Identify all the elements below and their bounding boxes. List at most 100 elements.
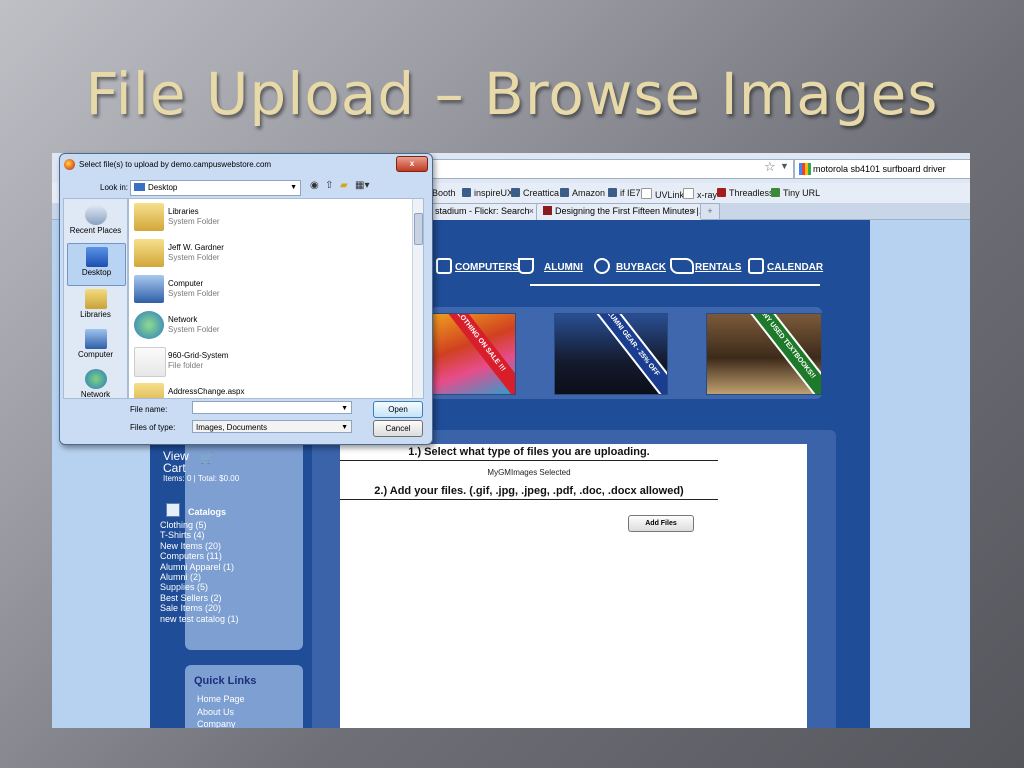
place-libraries[interactable]: Libraries — [67, 289, 124, 319]
address-bar[interactable] — [432, 159, 794, 179]
promo-textbooks[interactable]: MANY USED TEXTBOOKS!! — [706, 313, 822, 395]
file-item[interactable]: 960-Grid-System File folder — [132, 345, 402, 377]
quick-links-list: Home Page About Us Company — [197, 693, 245, 728]
files-of-type-select[interactable]: Images, Documents ▼ — [192, 420, 352, 433]
file-name-input[interactable]: ▼ — [192, 401, 352, 414]
dialog-title: Select file(s) to upload by demo.campusw… — [79, 160, 272, 169]
places-bar: Recent Places Desktop Libraries Computer… — [63, 198, 128, 399]
browser-tab[interactable]: Designing the First Fifteen Minutes |...… — [536, 203, 702, 220]
file-name-label: File name: — [130, 405, 168, 414]
favicon — [543, 206, 552, 215]
view-cart-link[interactable]: View Cart — [163, 450, 189, 474]
selected-type: MyGMImages Selected — [487, 468, 571, 477]
place-desktop[interactable]: Desktop — [67, 243, 126, 286]
promo-alumni[interactable]: ALUMNI GEAR - 25% OFF — [554, 313, 668, 395]
nav-alumni[interactable]: ALUMNI — [544, 262, 583, 273]
back-icon[interactable]: ◉ — [310, 180, 319, 191]
chevron-down-icon: ▼ — [290, 184, 297, 191]
look-in-select[interactable]: Desktop ▼ — [130, 180, 301, 196]
catalog-link[interactable]: Alumni Apparel (1) — [160, 562, 239, 572]
catalog-link[interactable]: T-Shirts (4) — [160, 530, 239, 540]
catalog-link[interactable]: Computers (11) — [160, 551, 239, 561]
folder-icon — [134, 203, 164, 231]
bookmark[interactable]: x-ray — [683, 188, 717, 200]
new-tab-button[interactable]: + — [700, 203, 720, 219]
bookmark[interactable]: Creattica — [511, 188, 559, 198]
quick-link[interactable]: Home Page — [197, 693, 245, 706]
look-in-label: Look in: — [100, 183, 129, 192]
bookmark[interactable]: inspireUX — [462, 188, 513, 198]
chevron-down-icon[interactable]: ▼ — [780, 161, 789, 171]
add-files-button[interactable]: Add Files — [628, 515, 694, 532]
quick-link[interactable]: Company — [197, 718, 245, 728]
firefox-icon — [64, 159, 75, 170]
bookmark[interactable]: Amazon — [560, 188, 605, 198]
calendar-icon — [748, 258, 764, 274]
desktop-icon — [134, 183, 145, 191]
bookmark-icon — [608, 188, 617, 197]
computer-icon — [436, 258, 452, 274]
quick-links-title: Quick Links — [194, 675, 257, 687]
promo-ribbon: MANY USED TEXTBOOKS!! — [734, 314, 821, 394]
catalog-link[interactable]: Best Sellers (2) — [160, 593, 239, 603]
network-icon — [134, 311, 164, 339]
catalog-link[interactable]: new test catalog (1) — [160, 614, 239, 624]
nav-calendar[interactable]: CALENDAR — [767, 262, 823, 273]
close-tab-icon[interactable]: × — [691, 204, 696, 219]
promo-clothing[interactable]: CLOTHING ON SALE !!! — [430, 313, 516, 395]
catalog-icon — [166, 503, 180, 517]
desktop-icon — [85, 247, 108, 267]
open-button[interactable]: Open — [373, 401, 423, 418]
file-item[interactable]: AddressChange.aspx — [132, 381, 402, 398]
tinyurl-icon — [771, 188, 780, 197]
bookmark[interactable]: Threadless — [717, 188, 774, 198]
network-icon — [84, 369, 107, 389]
files-of-type-label: Files of type: — [130, 423, 176, 432]
close-button[interactable]: x — [396, 156, 428, 172]
bookmark-icon — [511, 188, 520, 197]
promo-ribbon: CLOTHING ON SALE !!! — [431, 314, 515, 394]
amazon-icon — [560, 188, 569, 197]
catalogs-heading: Catalogs — [188, 507, 227, 517]
close-tab-icon[interactable]: × — [529, 204, 534, 219]
view-menu-icon[interactable]: ▦▾ — [355, 180, 369, 191]
catalog-link[interactable]: Clothing (5) — [160, 520, 239, 530]
file-item[interactable]: Libraries System Folder — [132, 201, 402, 233]
bookmark-icon — [462, 188, 471, 197]
book-icon — [670, 258, 694, 274]
nav-buyback[interactable]: BUYBACK — [616, 262, 666, 273]
quick-link[interactable]: About Us — [197, 706, 245, 719]
star-icon[interactable]: ☆ — [764, 159, 776, 175]
place-recent[interactable]: Recent Places — [67, 205, 124, 235]
tshirt-icon — [717, 188, 726, 197]
place-network[interactable]: Network — [67, 369, 124, 399]
search-box[interactable]: motorola sb4101 surfboard driver — [794, 159, 970, 179]
step-1-heading: 1.) Select what type of files you are up… — [408, 446, 650, 458]
cancel-button[interactable]: Cancel — [373, 420, 423, 437]
bookmark[interactable]: Booth — [432, 188, 456, 198]
browser-tab[interactable]: stadium - Flickr: Search × — [428, 203, 540, 220]
catalog-link[interactable]: Alumni (2) — [160, 572, 239, 582]
cart-icon[interactable]: 🛒 — [200, 452, 214, 465]
place-computer[interactable]: Computer — [67, 329, 124, 359]
catalog-link[interactable]: Sale Items (20) — [160, 603, 239, 613]
new-folder-icon[interactable]: ▰ — [340, 180, 348, 191]
nav-underline — [530, 284, 820, 286]
file-item[interactable]: Network System Folder — [132, 309, 402, 341]
recent-places-icon — [84, 205, 107, 225]
up-folder-icon[interactable]: ⇧ — [325, 180, 333, 191]
file-item[interactable]: Computer System Folder — [132, 273, 402, 305]
catalog-link[interactable]: Supplies (5) — [160, 582, 239, 592]
scrollbar[interactable] — [412, 199, 423, 398]
scroll-thumb[interactable] — [414, 213, 423, 245]
file-item[interactable]: Jeff W. Gardner System Folder — [132, 237, 402, 269]
bookmark[interactable]: Tiny URL — [771, 188, 820, 198]
bookmark[interactable]: UVLink — [641, 188, 684, 200]
catalog-list: Clothing (5) T-Shirts (4) New Items (20)… — [160, 520, 239, 624]
nav-rentals[interactable]: RENTALS — [695, 262, 741, 273]
chevron-down-icon: ▼ — [341, 424, 348, 431]
bookmark[interactable]: if IE7 — [608, 188, 641, 198]
file-icon — [134, 383, 164, 398]
nav-computers[interactable]: COMPUTERS — [455, 262, 519, 273]
catalog-link[interactable]: New Items (20) — [160, 541, 239, 551]
